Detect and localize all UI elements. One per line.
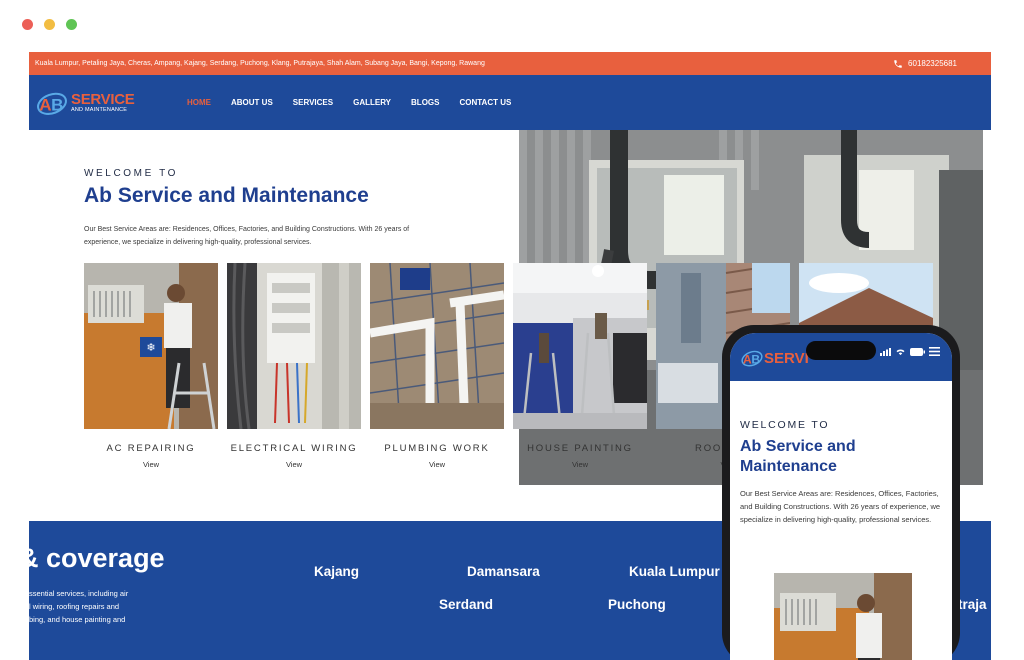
- close-dot[interactable]: [22, 19, 33, 30]
- dynamic-island: [806, 341, 876, 360]
- mobile-phone-mockup: A B SERVI WELCOME TO Ab Service and Main…: [722, 325, 960, 660]
- service-view-link[interactable]: View: [370, 460, 504, 469]
- battery-icon: [910, 347, 925, 356]
- city-kuala-lumpur: Kuala Lumpur: [629, 564, 720, 579]
- svg-text:A: A: [39, 95, 51, 114]
- electrical-wiring-image: [227, 263, 361, 429]
- browser-frame: Kuala Lumpur, Petaling Jaya, Cheras, Amp…: [0, 0, 1024, 660]
- service-view-link[interactable]: View: [513, 460, 647, 469]
- window-controls: [22, 19, 77, 30]
- city-kajang: Kajang: [314, 564, 360, 579]
- phone-contact[interactable]: 60182325681: [893, 59, 957, 69]
- service-card-plumbing-work[interactable]: PLUMBING WORK View: [370, 263, 504, 469]
- nav-services[interactable]: SERVICES: [293, 98, 333, 107]
- service-name: AC REPAIRING: [106, 443, 196, 454]
- svg-text:B: B: [751, 352, 760, 366]
- svg-text:❄: ❄: [146, 341, 155, 354]
- service-view-link[interactable]: View: [227, 460, 361, 469]
- service-areas-text: Kuala Lumpur, Petaling Jaya, Cheras, Amp…: [35, 60, 485, 67]
- mobile-navbar: A B SERVI: [730, 333, 952, 381]
- service-card-house-painting[interactable]: HOUSE PAINTING View: [513, 263, 647, 469]
- service-name: ELECTRICAL WIRING: [230, 443, 358, 454]
- logo-tagline: AND MAINTENANCE: [71, 106, 128, 113]
- nav-gallery[interactable]: GALLERY: [353, 98, 391, 107]
- mobile-logo[interactable]: A B SERVI: [740, 347, 809, 369]
- mobile-welcome: WELCOME TO: [740, 419, 830, 431]
- nav-blogs[interactable]: BLOGS: [411, 98, 439, 107]
- coverage-description: ssential services, including air l wirin…: [29, 587, 144, 626]
- service-view-link[interactable]: View: [84, 460, 218, 469]
- mobile-logo-name: SERVI: [764, 349, 809, 367]
- signal-icon: [880, 347, 891, 356]
- service-name: PLUMBING WORK: [384, 443, 490, 454]
- phone-number: 60182325681: [908, 59, 957, 68]
- service-card-electrical-wiring[interactable]: ELECTRICAL WIRING View: [227, 263, 361, 469]
- nav-menu: HOME ABOUT US SERVICES GALLERY BLOGS CON…: [187, 98, 511, 107]
- site-logo[interactable]: A B SERVICE AND MAINTENANCE: [35, 88, 187, 118]
- svg-text:B: B: [51, 95, 63, 114]
- hero-title: Ab Service and Maintenance: [84, 184, 369, 207]
- nav-about-us[interactable]: ABOUT US: [231, 98, 273, 107]
- mobile-logo-mark-icon: A B: [741, 350, 763, 367]
- svg-text:A: A: [743, 352, 752, 366]
- phone-icon: [894, 59, 902, 68]
- city-serdand: Serdand: [439, 597, 494, 612]
- service-card-ac-repairing[interactable]: ❄ AC REPAIRING View: [84, 263, 218, 469]
- city-damansara: Damansara: [467, 564, 540, 579]
- service-name: HOUSE PAINTING: [527, 443, 633, 454]
- mobile-title: Ab Service and Maintenance: [740, 438, 856, 475]
- coverage-line: ssential services, including air: [29, 589, 129, 598]
- city-puchong: Puchong: [608, 597, 666, 612]
- hero-description: Our Best Service Areas are: Residences, …: [84, 226, 410, 246]
- main-navbar: A B SERVICE AND MAINTENANCE HOME ABOUT U…: [29, 75, 991, 130]
- hero-welcome: WELCOME TO: [84, 168, 178, 179]
- coverage-line: bing, and house painting and: [29, 615, 126, 624]
- mobile-screen: A B SERVI WELCOME TO Ab Service and Main…: [730, 333, 952, 660]
- plumbing-work-image: [370, 263, 504, 429]
- logo-mark-icon: A B: [37, 92, 67, 115]
- wifi-icon: [896, 349, 905, 355]
- logo-name: SERVICE: [71, 90, 135, 108]
- mobile-status-icons: [880, 347, 940, 356]
- minimize-dot[interactable]: [44, 19, 55, 30]
- nav-home[interactable]: HOME: [187, 98, 211, 107]
- house-painting-image: [513, 263, 647, 429]
- top-info-bar: Kuala Lumpur, Petaling Jaya, Cheras, Amp…: [29, 52, 991, 75]
- mobile-ac-repairing-image: [774, 573, 912, 660]
- ac-repairing-image: ❄: [84, 263, 218, 429]
- mobile-description: Our Best Service Areas are: Residences, …: [740, 489, 941, 524]
- nav-contact-us[interactable]: CONTACT US: [459, 98, 511, 107]
- zoom-dot[interactable]: [66, 19, 77, 30]
- coverage-line: l wiring, roofing repairs and: [29, 602, 120, 611]
- city-putrajaya: traja: [958, 597, 987, 612]
- coverage-heading: & coverage: [29, 543, 165, 573]
- hamburger-menu-icon[interactable]: [929, 347, 940, 356]
